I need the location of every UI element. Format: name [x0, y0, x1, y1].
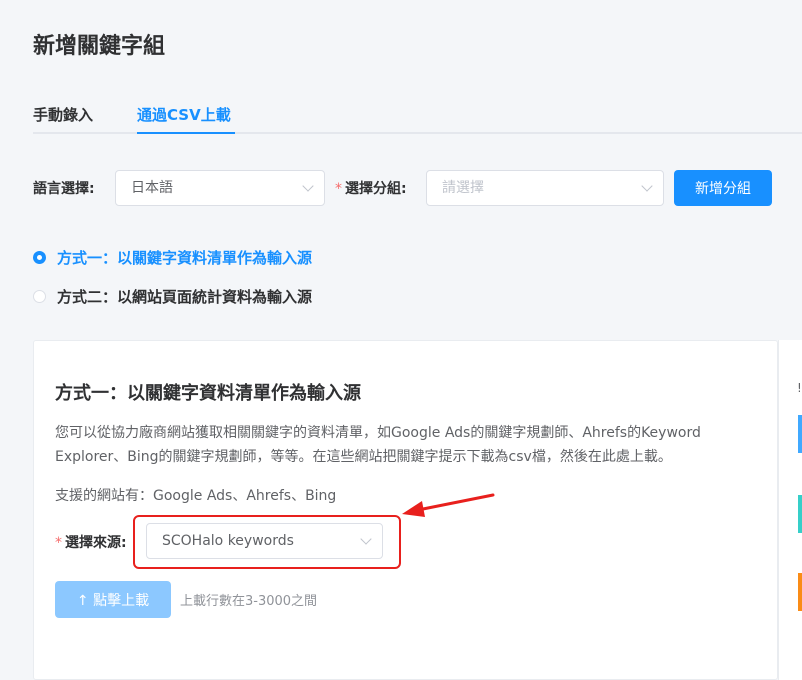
- tab-manual-entry[interactable]: 手動錄入: [33, 104, 93, 125]
- radio-method-two-label: 方式二：以網站頁面統計資料為輸入源: [57, 288, 313, 306]
- card-description: 您可以從協力廠商網站獲取相關關鍵字的資料清單，如Google Ads的關鍵字規劃…: [55, 425, 701, 465]
- radio-method-one-label: 方式一：以關鍵字資料清單作為輸入源: [57, 249, 313, 267]
- radio-checked-icon: [33, 251, 46, 264]
- side-bar-orange: [798, 573, 802, 611]
- language-label: 語言選擇:: [33, 181, 95, 197]
- radio-unchecked-icon: [33, 290, 46, 303]
- card-title: 方式一：以關鍵字資料清單作為輸入源: [55, 383, 361, 404]
- side-panel: !: [778, 340, 802, 680]
- chevron-down-icon: [360, 533, 372, 545]
- language-select[interactable]: 日本語: [115, 170, 325, 206]
- source-label: 選擇來源:: [65, 535, 127, 551]
- red-arrow-annotation: [402, 493, 495, 517]
- required-asterisk: *: [55, 535, 62, 551]
- upload-arrow-icon: ↑: [76, 592, 89, 609]
- source-label-wrap: * 選擇來源:: [55, 532, 127, 552]
- upload-button-label: 點擊上載: [93, 592, 150, 609]
- upload-hint: 上載行數在3-3000之間: [180, 594, 318, 609]
- group-label-wrap: * 選擇分組:: [335, 178, 407, 198]
- source-select[interactable]: SCOHalo keywords: [146, 523, 383, 559]
- upload-button[interactable]: ↑ 點擊上載: [55, 581, 171, 618]
- add-group-button[interactable]: 新增分組: [674, 170, 772, 206]
- group-select-placeholder: 請選擇: [442, 180, 484, 196]
- side-bar-teal: [798, 495, 802, 533]
- radio-method-two[interactable]: 方式二：以網站頁面統計資料為輸入源: [33, 286, 312, 307]
- side-bar-blue: [798, 415, 802, 453]
- tab-bar: 手動錄入 通過CSV上載: [33, 94, 802, 134]
- chevron-down-icon: [641, 180, 653, 192]
- tab-csv-upload[interactable]: 通過CSV上載: [137, 104, 231, 125]
- group-label: 選擇分組:: [345, 181, 407, 197]
- side-panel-char: !: [797, 381, 802, 395]
- active-tab-underline: [137, 132, 235, 134]
- required-asterisk: *: [335, 181, 342, 197]
- radio-method-one[interactable]: 方式一：以關鍵字資料清單作為輸入源: [33, 247, 312, 268]
- group-select[interactable]: 請選擇: [426, 170, 664, 206]
- page-title: 新增關鍵字組: [33, 34, 166, 59]
- chevron-down-icon: [302, 180, 314, 192]
- language-select-value: 日本語: [131, 180, 173, 196]
- source-select-value: SCOHalo keywords: [162, 533, 294, 549]
- supported-sites-text: 支援的網站有：Google Ads、Ahrefs、Bing: [55, 488, 337, 504]
